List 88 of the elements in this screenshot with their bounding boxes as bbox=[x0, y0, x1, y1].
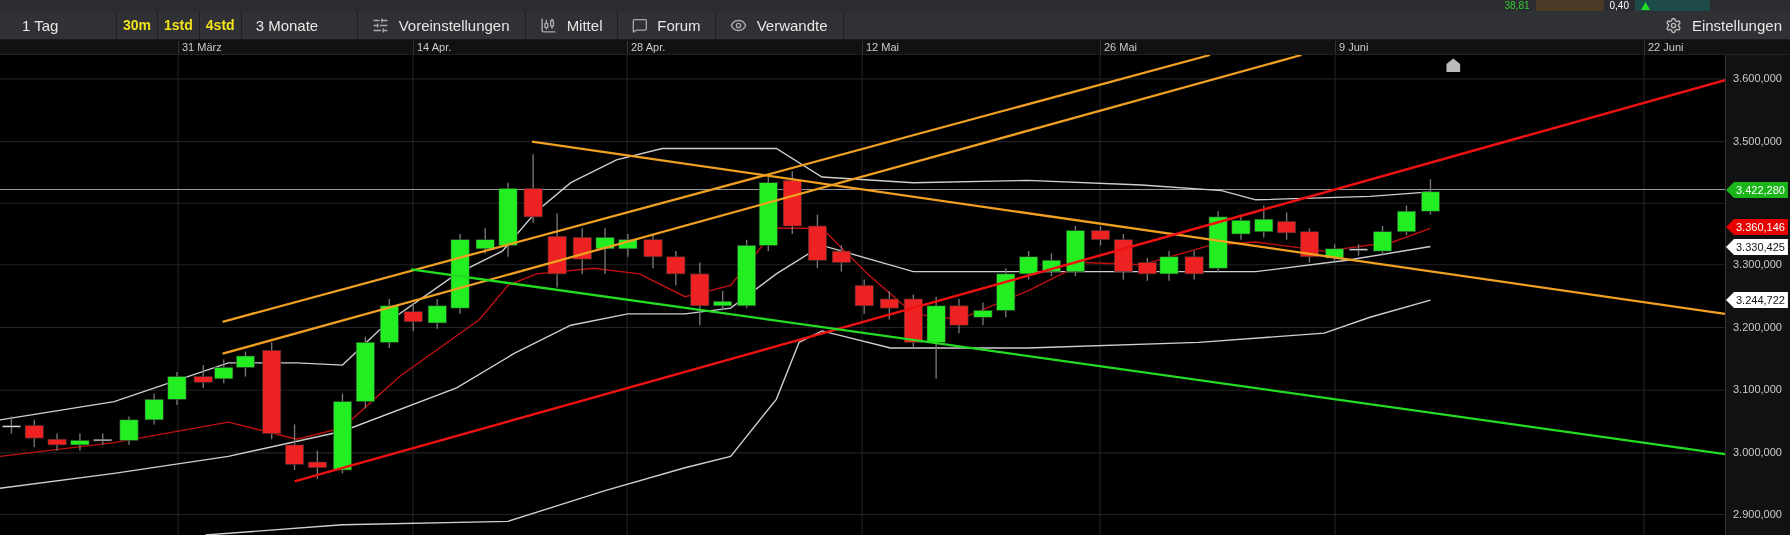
candlestick-icon bbox=[539, 16, 557, 34]
ticker-value: 38,81 bbox=[1503, 0, 1531, 11]
toolbar-button[interactable]: Mittel bbox=[525, 11, 618, 39]
candlestick bbox=[523, 153, 543, 224]
candlestick bbox=[236, 350, 255, 378]
toolbar-button[interactable]: Forum bbox=[617, 11, 716, 39]
candlestick bbox=[1254, 204, 1274, 239]
candlestick bbox=[737, 239, 757, 309]
candlestick bbox=[307, 449, 327, 480]
candlestick bbox=[690, 261, 710, 326]
candlestick bbox=[595, 227, 615, 275]
ticker-field bbox=[1535, 0, 1604, 11]
candlestick bbox=[1184, 250, 1204, 281]
candlestick bbox=[618, 233, 638, 258]
candlestick bbox=[475, 227, 495, 255]
candlestick bbox=[854, 278, 874, 315]
candlestick bbox=[1397, 204, 1416, 236]
range-dropdown[interactable]: 1 Tag bbox=[0, 11, 117, 39]
price-tag: 3.360,146 bbox=[1726, 219, 1788, 235]
price-tick-label: 3.000,000 bbox=[1733, 446, 1782, 459]
candlestick bbox=[1042, 252, 1061, 277]
candlestick bbox=[1113, 233, 1133, 281]
toolbar-button[interactable]: Verwandte bbox=[715, 11, 844, 39]
candlestick bbox=[1277, 211, 1297, 241]
date-label: 22 Juni bbox=[1644, 41, 1684, 54]
candlestick bbox=[119, 415, 139, 446]
candlestick bbox=[1421, 178, 1440, 216]
candlestick bbox=[144, 392, 164, 426]
candlestick bbox=[1300, 227, 1319, 264]
settings-button[interactable]: Einstellungen bbox=[1656, 11, 1790, 39]
candlestick bbox=[879, 290, 899, 321]
candlestick bbox=[1159, 250, 1179, 282]
candlestick bbox=[1066, 225, 1085, 277]
candlestick bbox=[572, 227, 592, 275]
candlestick bbox=[996, 267, 1016, 318]
candlestick bbox=[949, 298, 969, 334]
up-triangle-icon bbox=[1641, 1, 1650, 10]
price-tag: 3.244,722 bbox=[1726, 292, 1788, 308]
candlestick bbox=[379, 298, 399, 349]
price-tag: 3.422,280 bbox=[1726, 182, 1788, 198]
settings-icon bbox=[1664, 16, 1682, 34]
interval-button[interactable]: 1std bbox=[158, 11, 200, 39]
candlestick bbox=[214, 358, 234, 385]
price-tick-label: 3.600,000 bbox=[1733, 72, 1782, 85]
candlestick bbox=[427, 298, 447, 330]
house-icon[interactable] bbox=[1446, 58, 1461, 73]
ticker-value: 0,40 bbox=[1608, 0, 1630, 11]
candlestick bbox=[1208, 210, 1228, 273]
date-label: 26 Mai bbox=[1100, 41, 1138, 54]
candlestick bbox=[713, 290, 733, 312]
candlestick bbox=[285, 423, 304, 471]
candlestick bbox=[1091, 225, 1110, 247]
chat-bubble-icon bbox=[631, 16, 648, 34]
candlestick bbox=[193, 364, 213, 389]
candlestick bbox=[403, 302, 423, 332]
price-tick-label: 3.500,000 bbox=[1733, 135, 1782, 148]
price-tick-label: 3.100,000 bbox=[1733, 383, 1782, 396]
candlestick bbox=[666, 250, 686, 286]
candlestick bbox=[167, 371, 187, 406]
candlestick bbox=[24, 419, 44, 448]
candlestick bbox=[1137, 257, 1157, 282]
toolbar-button[interactable]: Voreinstellungen bbox=[357, 11, 526, 39]
sliders-icon bbox=[371, 16, 389, 34]
price-tick-label: 3.300,000 bbox=[1733, 258, 1782, 271]
interval-button[interactable]: 30m bbox=[117, 11, 159, 39]
candlestick bbox=[70, 432, 90, 452]
candlestick bbox=[643, 233, 663, 269]
interval-button[interactable]: 4std bbox=[199, 11, 242, 39]
candlestick bbox=[782, 170, 802, 235]
candlestick bbox=[1373, 225, 1392, 257]
candlestick bbox=[2, 415, 21, 435]
candlestick bbox=[831, 244, 851, 273]
date-label: 9 Juni bbox=[1335, 41, 1369, 54]
price-tick-label: 3.200,000 bbox=[1733, 321, 1782, 334]
price-tag: 3.330,425 bbox=[1726, 239, 1788, 255]
date-label: 12 Mai bbox=[862, 41, 900, 54]
candlestick bbox=[1349, 243, 1368, 257]
period-dropdown[interactable]: 3 Monate bbox=[241, 11, 358, 39]
candlestick bbox=[1019, 250, 1039, 281]
candlestick bbox=[47, 432, 67, 452]
date-label: 28 Apr. bbox=[627, 41, 666, 54]
date-label: 14 Apr. bbox=[413, 41, 452, 54]
candlestick bbox=[1325, 243, 1344, 264]
candlestick bbox=[808, 213, 827, 269]
price-tick-label: 2.900,000 bbox=[1733, 508, 1782, 521]
candlestick bbox=[93, 432, 113, 446]
candlestick bbox=[973, 301, 993, 326]
date-label: 31 März bbox=[178, 41, 222, 54]
